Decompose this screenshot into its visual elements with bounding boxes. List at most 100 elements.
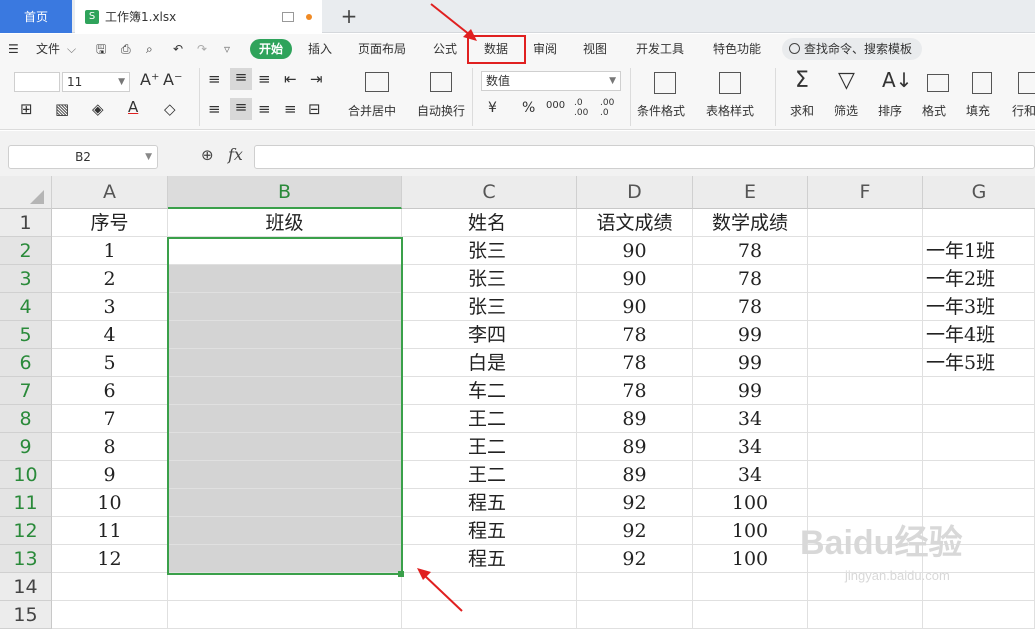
cell-g9[interactable] [923, 433, 1035, 461]
sum-icon[interactable]: Σ [795, 68, 809, 93]
cell-d1[interactable]: 语文成绩 [577, 209, 693, 237]
cell-c8[interactable]: 王二 [402, 405, 577, 433]
number-format-combo[interactable]: 数值 ▼ [481, 71, 621, 91]
cell-c9[interactable]: 王二 [402, 433, 577, 461]
print-icon[interactable]: ⎙ [121, 34, 131, 64]
row-header[interactable]: 13 [0, 545, 52, 573]
align-top-icon[interactable]: ≡ [208, 70, 221, 88]
column-header-b[interactable]: B [168, 176, 402, 209]
cell-c5[interactable]: 李四 [402, 321, 577, 349]
cell-b8[interactable] [168, 405, 402, 433]
conditional-format-button[interactable]: 条件格式 [637, 102, 685, 119]
cell-e1[interactable]: 数学成绩 [693, 209, 808, 237]
merge-center-button[interactable]: 合并居中 [348, 102, 396, 119]
borders-icon[interactable]: ⊞ [20, 100, 33, 118]
align-middle-icon[interactable]: ≡ [230, 68, 252, 90]
menu-view[interactable]: 视图 [583, 34, 607, 64]
row-header[interactable]: 1 [0, 209, 52, 237]
cell-e13[interactable]: 100 [693, 545, 808, 573]
command-search[interactable]: 查找命令、搜索模板 [782, 38, 922, 60]
cell-b14[interactable] [168, 573, 402, 601]
save-icon[interactable]: 🖫 [96, 34, 106, 64]
row-header[interactable]: 11 [0, 489, 52, 517]
row-header[interactable]: 15 [0, 601, 52, 629]
cell-b15[interactable] [168, 601, 402, 629]
cell-g5[interactable]: 一年4班 [923, 321, 1035, 349]
cell-a12[interactable]: 11 [52, 517, 168, 545]
row-header[interactable]: 3 [0, 265, 52, 293]
cell-f4[interactable] [808, 293, 923, 321]
row-header[interactable]: 14 [0, 573, 52, 601]
cell-f7[interactable] [808, 377, 923, 405]
zoom-icon[interactable]: ⊕ [201, 146, 214, 164]
menu-start[interactable]: 开始 [250, 39, 293, 59]
format-icon[interactable] [927, 74, 949, 92]
row-header[interactable]: 8 [0, 405, 52, 433]
cell-e11[interactable]: 100 [693, 489, 808, 517]
name-box[interactable]: B2 ▼ [8, 145, 158, 169]
cell-style-icon[interactable]: ▧ [55, 100, 69, 118]
cell-e6[interactable]: 99 [693, 349, 808, 377]
row-header[interactable]: 12 [0, 517, 52, 545]
redo-icon[interactable]: ↷ [197, 34, 207, 64]
cell-g15[interactable] [923, 601, 1035, 629]
cell-a3[interactable]: 2 [52, 265, 168, 293]
cell-e3[interactable]: 78 [693, 265, 808, 293]
menu-developer[interactable]: 开发工具 [636, 34, 684, 64]
font-name-combo[interactable] [14, 72, 60, 92]
sum-button[interactable]: 求和 [790, 102, 814, 119]
cell-d12[interactable]: 92 [577, 517, 693, 545]
column-header-g[interactable]: G [923, 176, 1035, 209]
cell-e9[interactable]: 34 [693, 433, 808, 461]
cell-a7[interactable]: 6 [52, 377, 168, 405]
cell-b4[interactable] [168, 293, 402, 321]
row-header[interactable]: 10 [0, 461, 52, 489]
row-header[interactable]: 2 [0, 237, 52, 265]
cell-d14[interactable] [577, 573, 693, 601]
cell-d7[interactable]: 78 [577, 377, 693, 405]
cell-a11[interactable]: 10 [52, 489, 168, 517]
cell-c6[interactable]: 白是 [402, 349, 577, 377]
cell-f10[interactable] [808, 461, 923, 489]
cell-a14[interactable] [52, 573, 168, 601]
print-preview-icon[interactable]: ⌕ [146, 34, 153, 64]
cell-f5[interactable] [808, 321, 923, 349]
cell-d9[interactable]: 89 [577, 433, 693, 461]
cell-e5[interactable]: 99 [693, 321, 808, 349]
formula-input[interactable] [254, 145, 1035, 169]
row-header[interactable]: 7 [0, 377, 52, 405]
cell-g8[interactable] [923, 405, 1035, 433]
thousands-icon[interactable]: 000 [546, 100, 565, 111]
fill-button[interactable]: 填充 [966, 102, 990, 119]
cell-b11[interactable] [168, 489, 402, 517]
new-tab-button[interactable]: + [338, 4, 360, 28]
cell-a10[interactable]: 9 [52, 461, 168, 489]
menu-features[interactable]: 特色功能 [713, 34, 761, 64]
cell-a15[interactable] [52, 601, 168, 629]
increase-font-icon[interactable]: A⁺ [140, 70, 159, 89]
cell-b1[interactable]: 班级 [168, 209, 402, 237]
cell-c4[interactable]: 张三 [402, 293, 577, 321]
cell-e10[interactable]: 34 [693, 461, 808, 489]
justify-icon[interactable]: ≡ [284, 100, 297, 118]
wrap-text-button[interactable]: 自动换行 [417, 102, 465, 119]
cell-a13[interactable]: 12 [52, 545, 168, 573]
cell-a4[interactable]: 3 [52, 293, 168, 321]
cell-c2[interactable]: 张三 [402, 237, 577, 265]
cell-g10[interactable] [923, 461, 1035, 489]
cell-f1[interactable] [808, 209, 923, 237]
chevron-down-icon[interactable]: ⌵ [67, 34, 76, 64]
cell-g4[interactable]: 一年3班 [923, 293, 1035, 321]
decrease-decimal-icon[interactable]: .00.0 [600, 98, 614, 118]
row-header[interactable]: 5 [0, 321, 52, 349]
cell-d8[interactable]: 89 [577, 405, 693, 433]
indent-decrease-icon[interactable]: ⇤ [284, 70, 297, 88]
row-header[interactable]: 4 [0, 293, 52, 321]
merge-center-icon[interactable] [365, 72, 389, 92]
cell-d4[interactable]: 90 [577, 293, 693, 321]
cell-g7[interactable] [923, 377, 1035, 405]
cell-b6[interactable] [168, 349, 402, 377]
row-header[interactable]: 9 [0, 433, 52, 461]
align-center-icon[interactable]: ≡ [230, 98, 252, 120]
cell-a1[interactable]: 序号 [52, 209, 168, 237]
